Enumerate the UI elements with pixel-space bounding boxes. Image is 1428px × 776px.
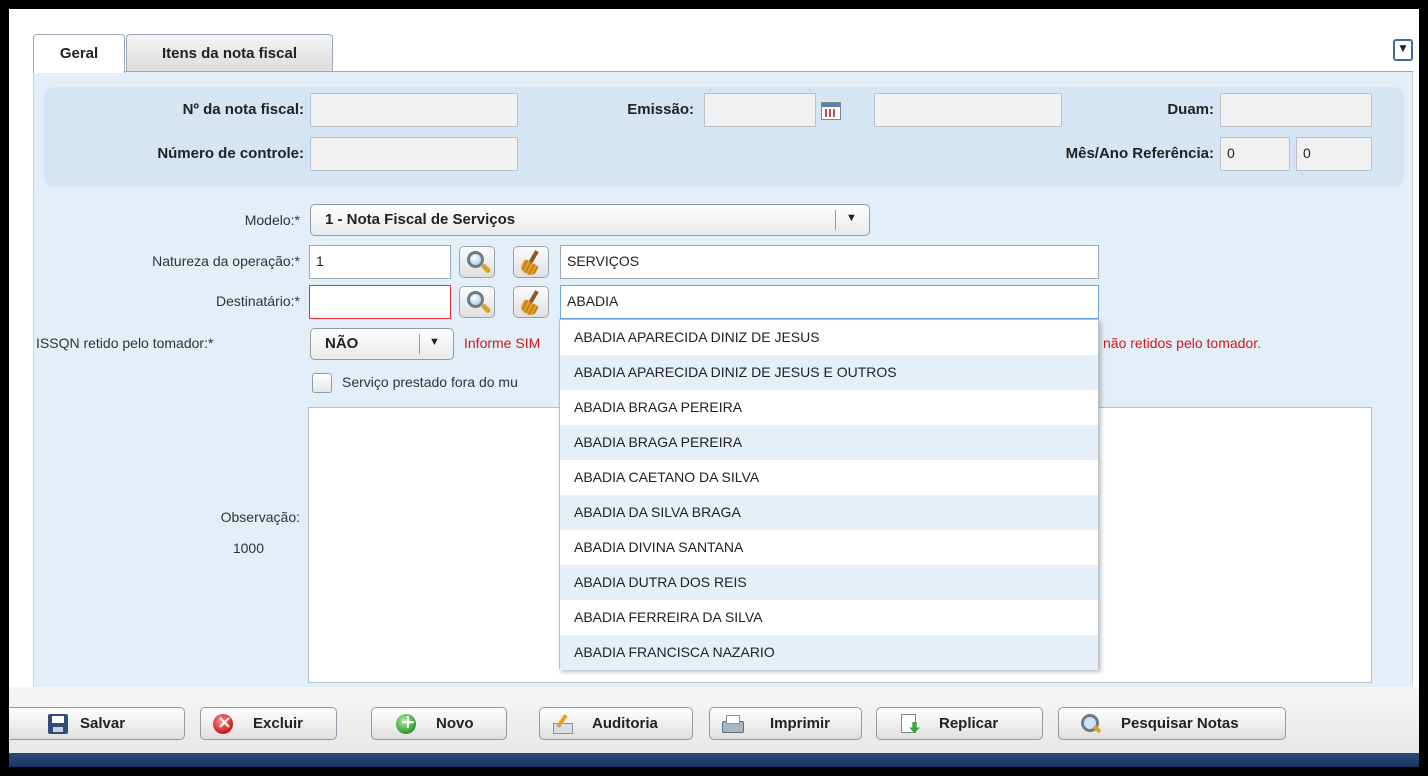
tab-geral[interactable]: Geral [33, 34, 125, 73]
observacao-label: Observação: [220, 509, 300, 525]
emissao-label: Emissão: [627, 101, 694, 118]
servico-fora-checkbox[interactable] [312, 373, 332, 393]
header-panel: Nº da nota fiscal: Emissão: Duam: Número… [44, 87, 1404, 187]
app-window: Geral Itens da nota fiscal ▼ Nº da nota … [9, 9, 1419, 767]
list-item[interactable]: ABADIA FRANCISCA NAZARIO [560, 635, 1098, 670]
list-item[interactable]: ABADIA DUTRA DOS REIS [560, 565, 1098, 600]
chevron-down-icon: ▼ [846, 212, 857, 224]
novo-label: Novo [436, 715, 474, 732]
list-item[interactable]: ABADIA DA SILVA BRAGA [560, 495, 1098, 530]
nota-fiscal-input[interactable] [310, 93, 518, 127]
ano-input[interactable]: 0 [1296, 137, 1372, 171]
replicar-button[interactable]: Replicar [876, 707, 1043, 740]
footer-toolbar: Salvar Excluir Novo Auditoria Imprimir R… [9, 687, 1419, 753]
chevron-down-icon: ▼ [429, 336, 440, 348]
destinatario-code-input[interactable] [309, 285, 451, 319]
excluir-label: Excluir [253, 715, 304, 732]
natureza-label: Natureza da operação:* [152, 253, 300, 269]
imprimir-button[interactable]: Imprimir [709, 707, 862, 740]
emissao-date-input[interactable] [704, 93, 816, 127]
destinatario-autocomplete-list: ABADIA APARECIDA DINIZ DE JESUS ABADIA A… [559, 319, 1099, 670]
list-item[interactable]: ABADIA APARECIDA DINIZ DE JESUS [560, 320, 1098, 355]
list-item[interactable]: ABADIA CAETANO DA SILVA [560, 460, 1098, 495]
novo-button[interactable]: Novo [371, 707, 507, 740]
replicar-label: Replicar [939, 715, 999, 732]
destinatario-clear-button[interactable] [513, 286, 549, 318]
calendar-icon[interactable] [821, 102, 841, 120]
pesquisar-notas-label: Pesquisar Notas [1121, 715, 1239, 732]
mes-input[interactable]: 0 [1220, 137, 1290, 171]
magnifier-icon [1081, 714, 1101, 734]
observacao-char-counter: 1000 [232, 540, 264, 556]
modelo-label: Modelo:* [244, 212, 300, 228]
green-plus-icon [396, 711, 416, 734]
numero-controle-input[interactable] [310, 137, 518, 171]
tab-bar: Geral Itens da nota fiscal ▼ [9, 9, 1419, 73]
modelo-select[interactable]: 1 - Nota Fiscal de Serviços ▼ [310, 204, 870, 236]
issqn-select[interactable]: NÃO ▼ [310, 328, 454, 360]
destinatario-label: Destinatário:* [215, 293, 300, 309]
floppy-disk-icon [48, 714, 68, 734]
list-item[interactable]: ABADIA BRAGA PEREIRA [560, 425, 1098, 460]
list-item[interactable]: ABADIA DIVINA SANTANA [560, 530, 1098, 565]
destinatario-search-input[interactable]: ABADIA [560, 285, 1099, 319]
issqn-selected-value: NÃO [325, 335, 359, 352]
select-separator [835, 210, 836, 230]
modelo-selected-value: 1 - Nota Fiscal de Serviços [325, 211, 516, 228]
numero-controle-label: Número de controle: [157, 145, 304, 162]
natureza-description-input[interactable]: SERVIÇOS [560, 245, 1099, 279]
audit-icon [552, 714, 573, 734]
destinatario-search-button[interactable] [459, 286, 495, 318]
duam-input[interactable] [1220, 93, 1372, 127]
list-item[interactable]: ABADIA FERREIRA DA SILVA [560, 600, 1098, 635]
red-x-icon [213, 712, 233, 734]
pesquisar-notas-button[interactable]: Pesquisar Notas [1058, 707, 1286, 740]
natureza-code-input[interactable]: 1 [309, 245, 451, 279]
list-item[interactable]: ABADIA APARECIDA DINIZ DE JESUS E OUTROS [560, 355, 1098, 390]
list-item[interactable]: ABADIA BRAGA PEREIRA [560, 390, 1098, 425]
auditoria-button[interactable]: Auditoria [539, 707, 693, 740]
issqn-warning-text: Informe SIM [464, 335, 541, 351]
printer-icon [722, 714, 744, 734]
natureza-search-button[interactable] [459, 246, 495, 278]
mes-ano-label: Mês/Ano Referência: [1065, 145, 1214, 162]
natureza-clear-button[interactable] [513, 246, 549, 278]
replicate-icon [901, 714, 921, 734]
issqn-warning-text-continued: l não retidos pelo tomador. [1096, 335, 1261, 351]
duam-label: Duam: [1167, 101, 1214, 118]
excluir-button[interactable]: Excluir [200, 707, 337, 740]
salvar-button[interactable]: Salvar [9, 707, 185, 740]
select-separator [419, 334, 420, 354]
window-bottom-border [9, 753, 1419, 767]
auditoria-label: Auditoria [592, 715, 658, 732]
tab-itens-nota-fiscal[interactable]: Itens da nota fiscal [126, 34, 333, 72]
emissao-extra-input[interactable] [874, 93, 1062, 127]
imprimir-label: Imprimir [770, 715, 831, 732]
servico-fora-label: Serviço prestado fora do mu [342, 374, 518, 390]
issqn-label: ISSQN retido pelo tomador:* [36, 335, 214, 351]
chevron-down-icon[interactable]: ▼ [1393, 39, 1413, 61]
nota-fiscal-label: Nº da nota fiscal: [182, 101, 304, 118]
salvar-label: Salvar [80, 715, 126, 732]
